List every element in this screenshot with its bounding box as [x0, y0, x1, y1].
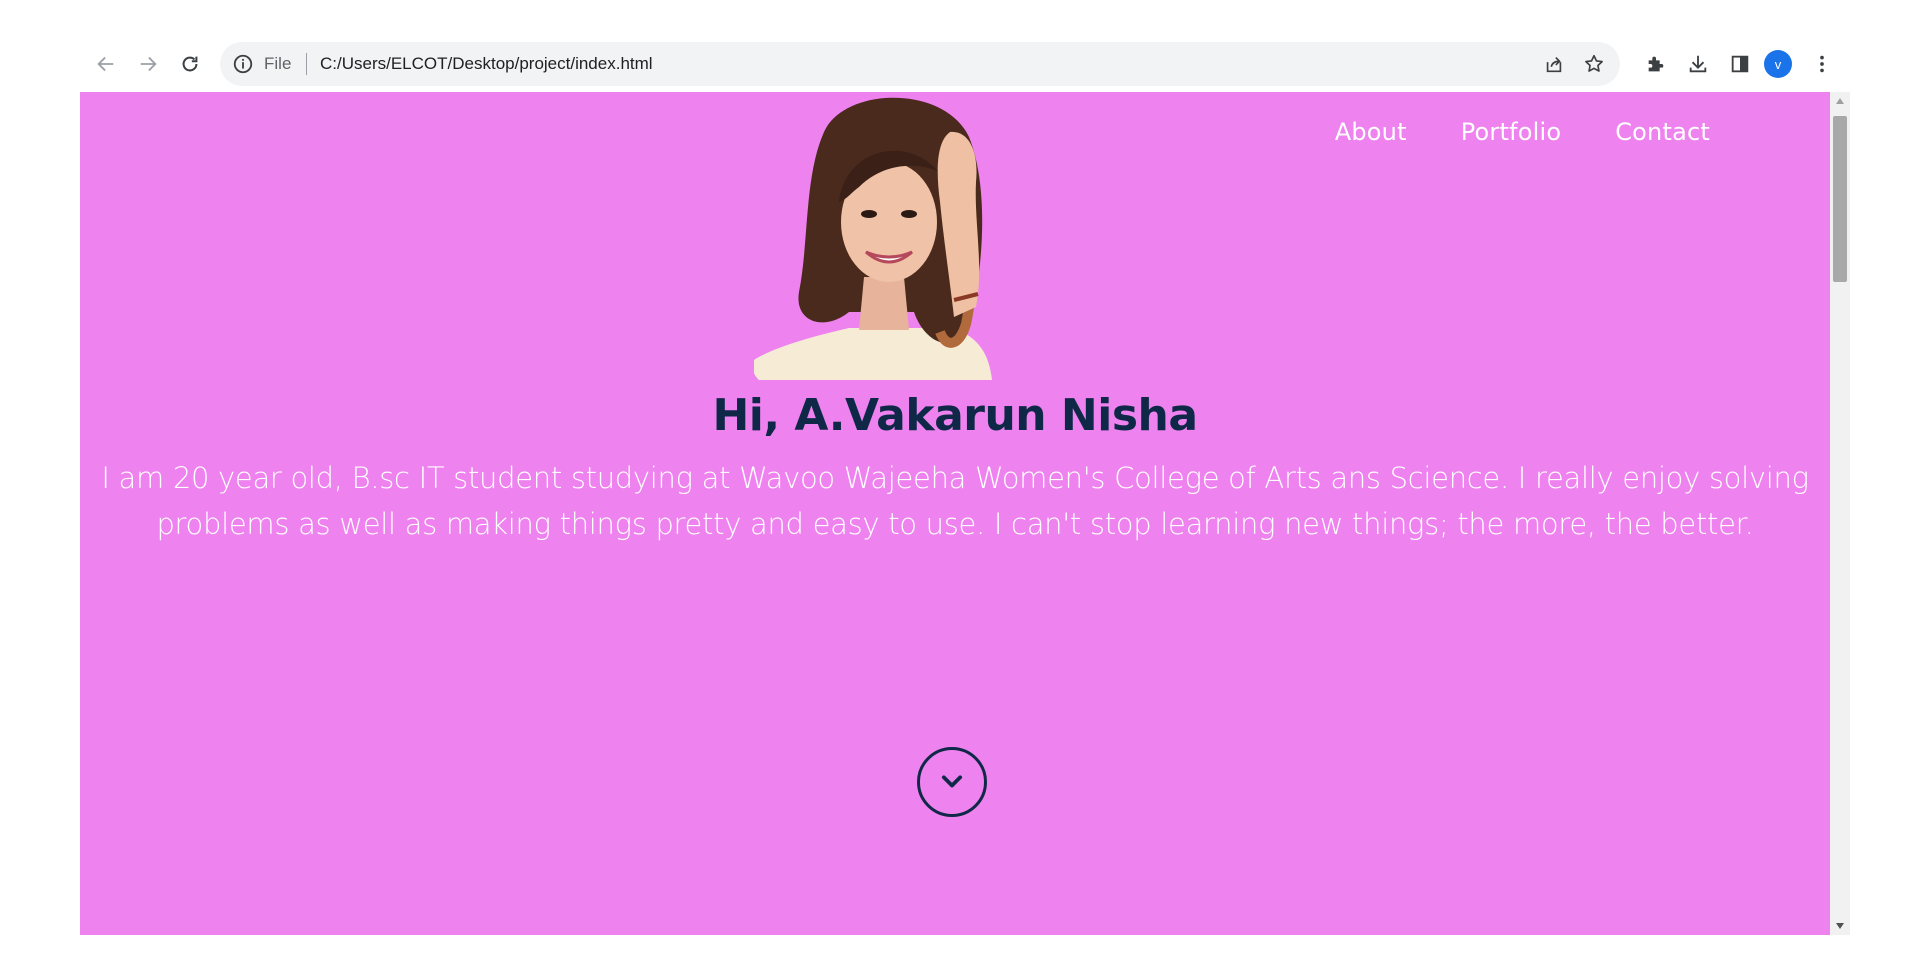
- share-icon: [1546, 56, 1562, 73]
- vertical-scrollbar[interactable]: [1830, 92, 1850, 935]
- scroll-down-button[interactable]: [917, 747, 987, 817]
- back-button[interactable]: [88, 46, 124, 82]
- top-nav: About Portfolio Contact: [1335, 118, 1710, 146]
- profile-avatar[interactable]: v: [1764, 50, 1792, 78]
- page-viewport: About Portfolio Contact Hi, A.Vakarun Ni…: [80, 92, 1830, 935]
- side-panel-button[interactable]: [1722, 46, 1758, 82]
- extensions-button[interactable]: [1638, 46, 1674, 82]
- scrollbar-thumb[interactable]: [1833, 116, 1847, 282]
- star-icon: [1585, 54, 1603, 72]
- info-icon[interactable]: [232, 53, 254, 75]
- menu-button[interactable]: [1804, 46, 1840, 82]
- puzzle-icon: [1648, 56, 1664, 72]
- arrow-right-icon: [140, 56, 157, 72]
- kebab-menu-icon: [1820, 55, 1824, 73]
- hero-description: I am 20 year old, B.sc IT student studyi…: [101, 461, 1809, 541]
- address-bar[interactable]: File C:/Users/ELCOT/Desktop/project/inde…: [220, 42, 1620, 86]
- scroll-up-arrow[interactable]: [1830, 92, 1850, 110]
- address-scheme: File: [264, 54, 292, 73]
- triangle-up-icon: [1836, 98, 1844, 104]
- triangle-down-icon: [1836, 923, 1844, 929]
- nav-contact[interactable]: Contact: [1615, 118, 1710, 146]
- bookmark-button[interactable]: [1580, 50, 1608, 78]
- browser-toolbar: File C:/Users/ELCOT/Desktop/project/inde…: [80, 40, 1840, 88]
- download-icon: [1689, 55, 1707, 73]
- nav-about[interactable]: About: [1335, 118, 1407, 146]
- chevron-down-icon: [941, 775, 963, 788]
- nav-portfolio[interactable]: Portfolio: [1461, 118, 1562, 146]
- address-separator: [306, 53, 307, 75]
- arrow-left-icon: [97, 56, 114, 72]
- side-panel-icon: [1731, 55, 1749, 73]
- scroll-down-arrow[interactable]: [1830, 917, 1850, 935]
- reload-icon: [182, 56, 198, 72]
- profile-photo: [754, 97, 992, 380]
- downloads-button[interactable]: [1680, 46, 1716, 82]
- hero-title: Hi, A.Vakarun Nisha: [712, 390, 1198, 441]
- reload-button[interactable]: [172, 46, 208, 82]
- address-url[interactable]: C:/Users/ELCOT/Desktop/project/index.htm…: [320, 54, 653, 74]
- share-button[interactable]: [1540, 50, 1568, 78]
- forward-button[interactable]: [130, 46, 166, 82]
